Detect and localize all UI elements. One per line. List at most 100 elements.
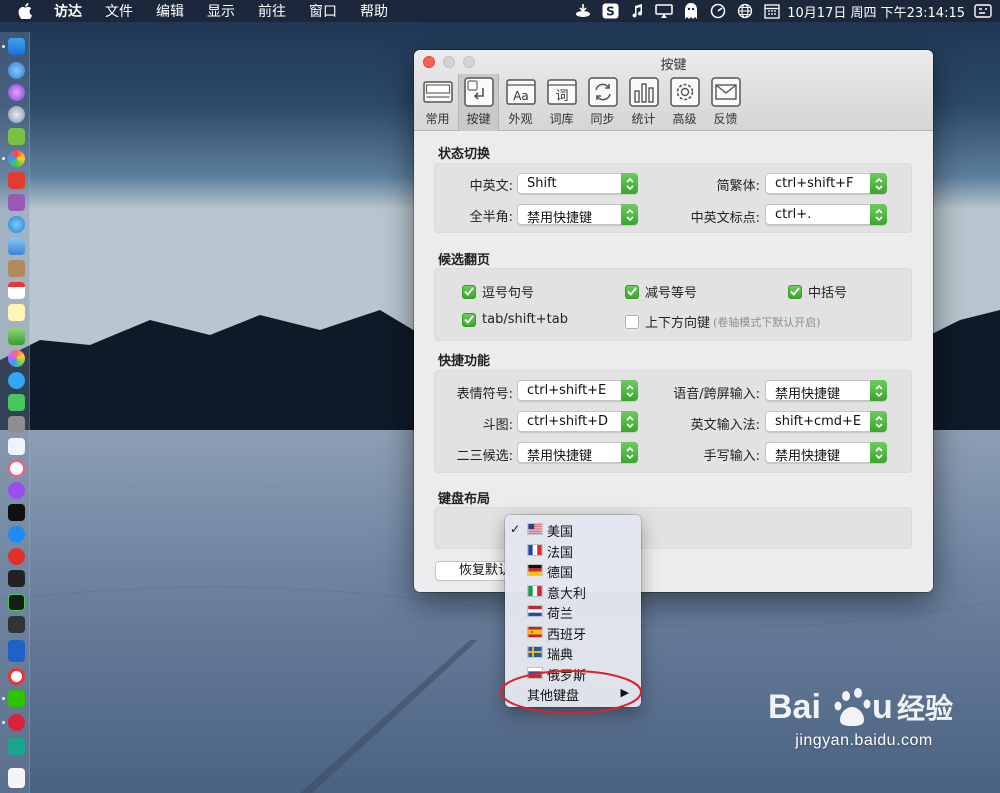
tab-feedback[interactable]: 反馈: [705, 74, 746, 131]
paging-comma-period-checkbox[interactable]: 逗号句号: [462, 282, 534, 301]
control-switch-icon[interactable]: [974, 3, 992, 19]
vivaldi-dock-icon[interactable]: [8, 548, 25, 565]
green-app-dock-icon[interactable]: [8, 738, 25, 755]
menu-edit[interactable]: 编辑: [156, 1, 184, 21]
running-indicator: [2, 157, 5, 160]
maps-dock-icon[interactable]: [8, 328, 25, 345]
checkbox-label: 上下方向键: [645, 316, 711, 331]
itunes-dock-icon[interactable]: [8, 460, 25, 477]
menu-window[interactable]: 窗口: [309, 1, 337, 21]
select-value: ctrl+shift+E: [527, 383, 607, 398]
preview-dock-icon[interactable]: [8, 238, 25, 255]
keynote-dock-icon[interactable]: [8, 438, 25, 455]
menu-go[interactable]: 前往: [258, 1, 286, 21]
tab-sync[interactable]: 同步: [582, 74, 623, 131]
finder-dock-icon[interactable]: [8, 38, 25, 55]
red-app-dock-icon[interactable]: [8, 172, 25, 189]
checkbox-checked-icon: [462, 312, 476, 327]
download-tray-icon[interactable]: [574, 3, 592, 19]
launchpad-dock-icon[interactable]: [8, 106, 25, 123]
stepper-icon: [870, 411, 887, 432]
tab-general[interactable]: 常用: [417, 74, 458, 131]
chrome-dock-icon[interactable]: [8, 150, 25, 167]
tab-advanced[interactable]: 高级: [664, 74, 705, 131]
vpn-dock-icon[interactable]: [8, 640, 25, 662]
music-note-icon[interactable]: [628, 3, 646, 19]
field-label: 中英文标点:: [690, 211, 760, 226]
siri-dock-icon[interactable]: [8, 84, 25, 101]
handwriting-shortcut-select[interactable]: 禁用快捷键: [765, 442, 887, 464]
menu-item-france[interactable]: 法国: [505, 540, 641, 561]
menu-item-spain[interactable]: 西班牙: [505, 622, 641, 643]
tab-stats[interactable]: 统计: [623, 74, 664, 131]
menu-item-italy[interactable]: 意大利: [505, 581, 641, 602]
menu-item-us[interactable]: ✓ 美国: [505, 519, 641, 540]
baidu-watermark: Bai u 经验 jingyan.baidu.com: [762, 682, 972, 782]
paging-minus-equal-checkbox[interactable]: 减号等号: [625, 282, 697, 301]
checkbox-label: 减号等号: [645, 286, 698, 301]
calendar-icon[interactable]: [763, 3, 781, 19]
voice-input-shortcut-select[interactable]: 禁用快捷键: [765, 380, 887, 402]
field-label: 英文输入法:: [690, 418, 760, 433]
baidu-jingyan-logo: Bai u 经验: [768, 688, 953, 726]
cn-en-switch-select[interactable]: Shift: [517, 173, 638, 194]
podcasts-dock-icon[interactable]: [8, 482, 25, 499]
menu-view[interactable]: 显示: [207, 1, 235, 21]
screen-mirror-icon[interactable]: [655, 3, 673, 19]
es-flag-icon: [527, 626, 543, 638]
tab-keys[interactable]: 按键: [458, 74, 499, 131]
activity-monitor-dock-icon[interactable]: [8, 594, 25, 611]
emoji-shortcut-select[interactable]: ctrl+shift+E: [517, 380, 638, 401]
wechat-dock-icon[interactable]: [8, 690, 25, 707]
system-preferences-dock-icon[interactable]: [8, 416, 25, 433]
highlight-ellipse-annotation: [500, 670, 642, 714]
terminal-dock-icon[interactable]: [8, 570, 25, 587]
sync-icon: [587, 77, 618, 107]
checkbox-checked-icon: [625, 284, 639, 299]
apple-tv-dock-icon[interactable]: [8, 504, 25, 521]
contacts-dock-icon[interactable]: [8, 260, 25, 277]
menu-item-sweden[interactable]: 瑞典: [505, 642, 641, 663]
paging-tab-checkbox[interactable]: tab/shift+tab: [462, 312, 568, 327]
facetime-dock-icon[interactable]: [8, 394, 25, 411]
menu-item-germany[interactable]: 德国: [505, 560, 641, 581]
simp-trad-switch-select[interactable]: ctrl+shift+F: [765, 173, 887, 194]
fr-flag-icon: [527, 544, 543, 556]
nl-flag-icon: [527, 605, 543, 617]
app-store2-dock-icon[interactable]: [8, 526, 25, 543]
menu-help[interactable]: 帮助: [360, 1, 388, 21]
safari-dock-icon[interactable]: [8, 216, 25, 233]
second-third-candidate-select[interactable]: 禁用快捷键: [517, 442, 638, 464]
document-dock-icon[interactable]: [8, 768, 25, 788]
input-method-tray-icon[interactable]: S: [601, 3, 619, 19]
netease-music-dock-icon[interactable]: [8, 714, 25, 731]
photos-dock-icon[interactable]: [8, 350, 25, 367]
checkbox-hint: (卷轴模式下默认开启): [713, 315, 821, 329]
apple-menu-icon[interactable]: [18, 3, 40, 19]
menu-item-netherlands[interactable]: 荷兰: [505, 601, 641, 622]
paging-arrow-keys-checkbox[interactable]: 上下方向键 (卷轴模式下默认开启): [625, 312, 821, 331]
notes-dock-icon[interactable]: [8, 304, 25, 321]
app-store-dock-icon[interactable]: [8, 62, 25, 79]
full-half-width-select[interactable]: 禁用快捷键: [517, 204, 638, 226]
punctuation-switch-select[interactable]: ctrl+.: [765, 204, 887, 225]
gauge-icon[interactable]: [709, 3, 727, 19]
select-value: Shift: [527, 176, 557, 191]
menu-file[interactable]: 文件: [105, 1, 133, 21]
paging-brackets-checkbox[interactable]: 中括号: [788, 282, 847, 301]
console-dock-icon[interactable]: [8, 616, 25, 633]
ghost-icon[interactable]: [682, 3, 700, 19]
globe-icon[interactable]: [736, 3, 754, 19]
menu-item-label: 荷兰: [547, 607, 574, 622]
english-input-shortcut-select[interactable]: shift+cmd+E: [765, 411, 887, 432]
menu-finder[interactable]: 访达: [54, 1, 82, 21]
menubar-clock[interactable]: 10月17日 周四 下午23:14:15: [787, 2, 965, 21]
messages-dock-icon[interactable]: [8, 372, 25, 389]
sticker-shortcut-select[interactable]: ctrl+shift+D: [517, 411, 638, 432]
calendar-dock-icon[interactable]: [8, 282, 25, 299]
tab-appearance[interactable]: Aa 外观: [500, 74, 541, 131]
yandex-dock-icon[interactable]: [8, 668, 25, 685]
android-studio-dock-icon[interactable]: [8, 128, 25, 145]
tab-dictionary[interactable]: 词 词库: [541, 74, 582, 131]
purple-app-dock-icon[interactable]: [8, 194, 25, 211]
